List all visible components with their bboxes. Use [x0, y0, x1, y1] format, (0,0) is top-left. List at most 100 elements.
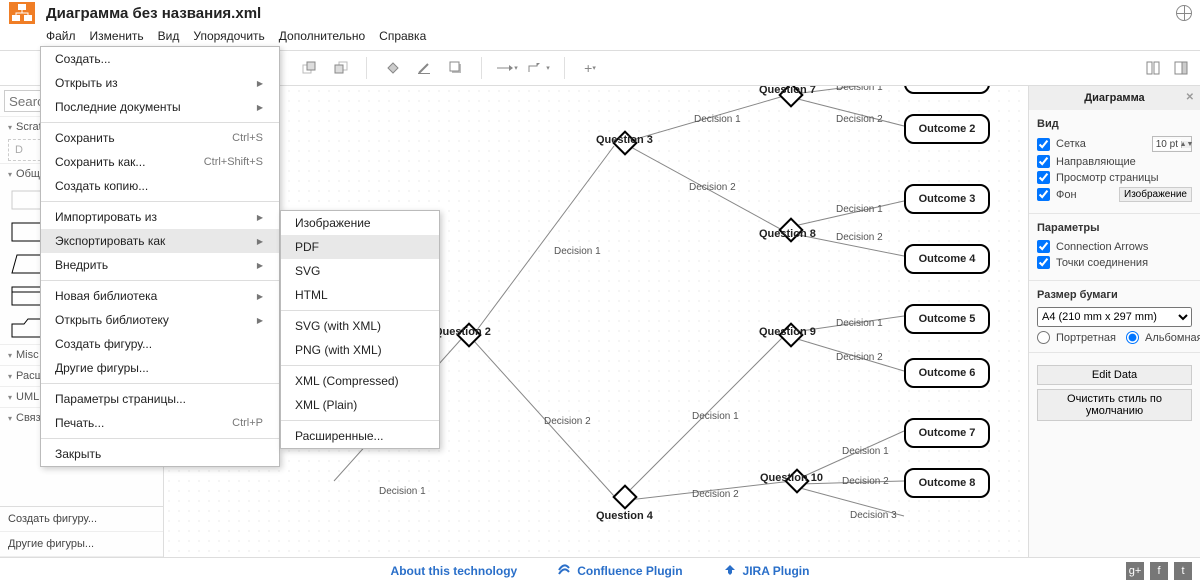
label-q3: Question 3: [596, 134, 653, 146]
mi-save[interactable]: СохранитьCtrl+S: [41, 126, 279, 150]
menu-help[interactable]: Справка: [379, 29, 426, 43]
mi-embed[interactable]: Внедрить▶: [41, 253, 279, 277]
edge-d2-b: Decision 2: [689, 182, 736, 193]
app-logo: [8, 2, 36, 24]
edit-data-button[interactable]: Edit Data: [1037, 365, 1192, 385]
twitter-icon[interactable]: t: [1174, 562, 1192, 580]
left-other-shapes[interactable]: Другие фигуры...: [0, 532, 163, 557]
node-o4[interactable]: Outcome 4: [904, 244, 990, 274]
edge-d1-a: Decision 1: [379, 486, 426, 497]
node-o8[interactable]: Outcome 8: [904, 468, 990, 498]
edge-d2-e: Decision 2: [836, 232, 883, 243]
document-title[interactable]: Диаграмма без названия.xml: [46, 5, 261, 22]
bg-image-button[interactable]: Изображение: [1119, 187, 1192, 202]
footer: About this technology Confluence Plugin …: [0, 557, 1200, 583]
grid-size-spinner[interactable]: 10 pt▲▼: [1152, 136, 1192, 152]
format-panel-icon[interactable]: [1170, 57, 1192, 79]
menu-arrange[interactable]: Упорядочить: [193, 29, 264, 43]
mi-recent[interactable]: Последние документы▶: [41, 95, 279, 119]
paper-size-select[interactable]: A4 (210 mm x 297 mm): [1037, 307, 1192, 327]
edge-d2-a: Decision 2: [544, 416, 591, 427]
landscape-radio[interactable]: [1126, 331, 1139, 344]
mi-new-library[interactable]: Новая библиотека▶: [41, 284, 279, 308]
menu-edit[interactable]: Изменить: [90, 29, 144, 43]
mi-other-shapes[interactable]: Другие фигуры...: [41, 356, 279, 380]
node-o2[interactable]: Outcome 2: [904, 114, 990, 144]
node-o1[interactable]: Outcome 1: [904, 86, 990, 94]
bg-checkbox[interactable]: [1037, 188, 1050, 201]
facebook-icon[interactable]: f: [1150, 562, 1168, 580]
jira-icon: [723, 564, 737, 578]
mi-export-png-xml[interactable]: PNG (with XML): [281, 338, 439, 362]
mi-make-copy[interactable]: Создать копию...: [41, 174, 279, 198]
footer-confluence[interactable]: Confluence Plugin: [557, 564, 682, 578]
node-o6[interactable]: Outcome 6: [904, 358, 990, 388]
menu-file[interactable]: Файл: [46, 29, 76, 43]
mi-export-xml-plain[interactable]: XML (Plain): [281, 393, 439, 417]
mi-export-advanced[interactable]: Расширенные...: [281, 424, 439, 448]
fill-icon[interactable]: [381, 57, 403, 79]
guides-checkbox[interactable]: [1037, 155, 1050, 168]
edge-d1-c: Decision 1: [694, 114, 741, 125]
waypoint-icon[interactable]: ▾: [528, 57, 550, 79]
grid-checkbox[interactable]: [1037, 138, 1050, 151]
label-q9: Question 9: [759, 326, 816, 338]
mi-import[interactable]: Импортировать из▶: [41, 205, 279, 229]
menu-extras[interactable]: Дополнительно: [279, 29, 365, 43]
connection-icon[interactable]: ▾: [496, 57, 518, 79]
mi-close[interactable]: Закрыть: [41, 442, 279, 466]
menu-view[interactable]: Вид: [158, 29, 180, 43]
mi-export-pdf[interactable]: PDF: [281, 235, 439, 259]
edge-d1-d: Decision 1: [692, 411, 739, 422]
mi-page-params[interactable]: Параметры страницы...: [41, 387, 279, 411]
to-back-icon[interactable]: [330, 57, 352, 79]
mi-create-shape[interactable]: Создать фигуру...: [41, 332, 279, 356]
node-o7[interactable]: Outcome 7: [904, 418, 990, 448]
clear-style-button[interactable]: Очистить стиль по умолчанию: [1037, 389, 1192, 421]
node-o5[interactable]: Outcome 5: [904, 304, 990, 334]
expand-icon[interactable]: [1142, 57, 1164, 79]
edge-d1-h: Decision 1: [842, 446, 889, 457]
edge-d2-c: Decision 2: [692, 489, 739, 500]
mi-export-image[interactable]: Изображение: [281, 211, 439, 235]
to-front-icon[interactable]: [298, 57, 320, 79]
file-menu: Создать... Открыть из▶ Последние докумен…: [40, 46, 280, 467]
language-icon[interactable]: [1176, 5, 1192, 21]
label-q2: Question 2: [434, 326, 491, 338]
conn-points-checkbox[interactable]: [1037, 256, 1050, 269]
footer-jira[interactable]: JIRA Plugin: [723, 564, 810, 578]
mi-export-svg-xml[interactable]: SVG (with XML): [281, 314, 439, 338]
mi-print[interactable]: Печать...Ctrl+P: [41, 411, 279, 435]
edge-d2-g: Decision 2: [842, 476, 889, 487]
params-heading: Параметры: [1037, 222, 1192, 234]
line-color-icon[interactable]: [413, 57, 435, 79]
conn-arrows-checkbox[interactable]: [1037, 240, 1050, 253]
mi-export-xml-comp[interactable]: XML (Compressed): [281, 369, 439, 393]
footer-about[interactable]: About this technology: [391, 564, 518, 578]
edge-d1-g: Decision 1: [836, 318, 883, 329]
portrait-radio[interactable]: [1037, 331, 1050, 344]
shadow-icon[interactable]: [445, 57, 467, 79]
edge-d1-b: Decision 1: [554, 246, 601, 257]
view-heading: Вид: [1037, 118, 1192, 130]
export-menu: Изображение PDF SVG HTML SVG (with XML) …: [280, 210, 440, 449]
mi-export[interactable]: Экспортировать как▶: [41, 229, 279, 253]
confluence-icon: [557, 564, 571, 578]
mi-create[interactable]: Создать...: [41, 47, 279, 71]
format-title: Диаграмма✕: [1029, 86, 1200, 110]
node-o3[interactable]: Outcome 3: [904, 184, 990, 214]
googleplus-icon[interactable]: g+: [1126, 562, 1144, 580]
close-icon[interactable]: ✕: [1186, 92, 1194, 103]
label-q10: Question 10: [760, 472, 823, 484]
mi-open-library[interactable]: Открыть библиотеку▶: [41, 308, 279, 332]
edge-d2-d: Decision 2: [836, 114, 883, 125]
mi-export-html[interactable]: HTML: [281, 283, 439, 307]
pageview-checkbox[interactable]: [1037, 171, 1050, 184]
insert-icon[interactable]: +▾: [579, 57, 601, 79]
label-q4: Question 4: [596, 510, 653, 522]
edge-d3-a: Decision 3: [850, 510, 897, 521]
left-create-shape[interactable]: Создать фигуру...: [0, 507, 163, 532]
mi-open-from[interactable]: Открыть из▶: [41, 71, 279, 95]
mi-export-svg[interactable]: SVG: [281, 259, 439, 283]
mi-save-as[interactable]: Сохранить как...Ctrl+Shift+S: [41, 150, 279, 174]
